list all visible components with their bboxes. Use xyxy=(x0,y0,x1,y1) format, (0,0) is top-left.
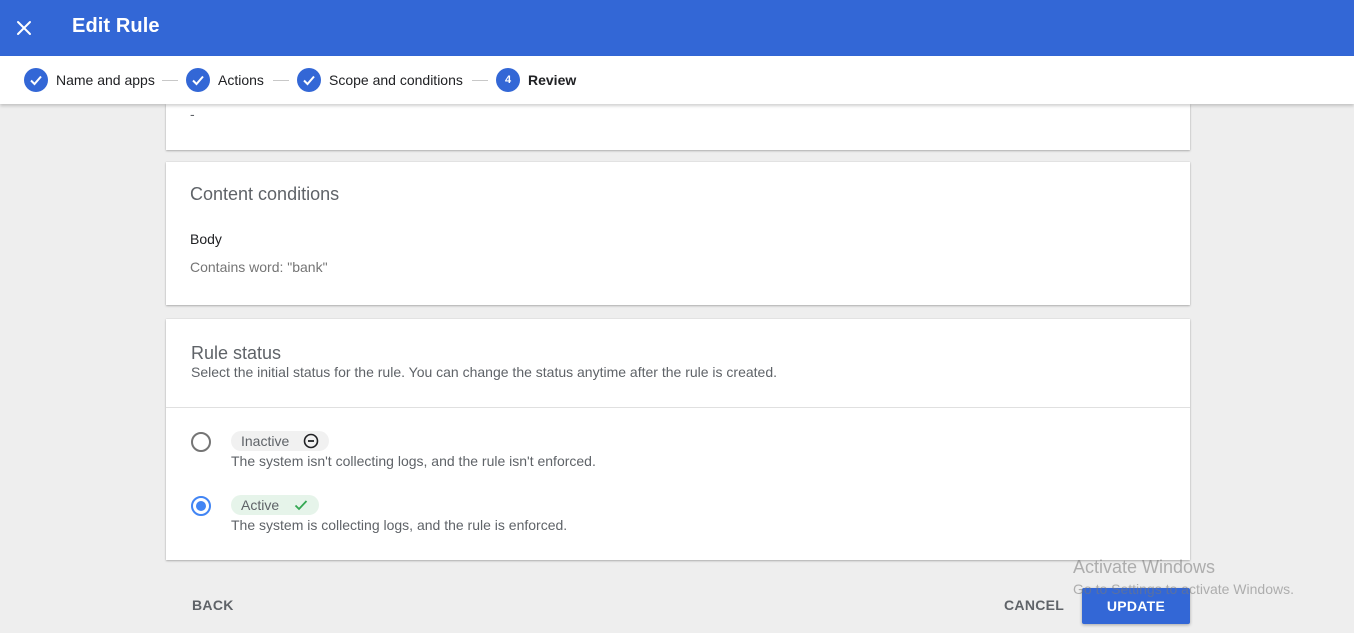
active-description: The system is collecting logs, and the r… xyxy=(231,517,568,533)
previous-section-card: - xyxy=(166,104,1190,150)
rule-status-title: Rule status xyxy=(191,343,282,363)
check-icon xyxy=(294,500,308,511)
close-icon xyxy=(17,21,31,35)
step-label: Scope and conditions xyxy=(329,72,463,88)
step-connector xyxy=(162,80,178,81)
step-complete-badge xyxy=(297,68,321,92)
rule-status-card: Rule status Select the initial status fo… xyxy=(166,319,1190,560)
rule-status-description: Select the initial status for the rule. … xyxy=(191,364,778,380)
step-label: Review xyxy=(528,72,577,88)
step-name-and-apps[interactable]: Name and apps xyxy=(24,68,155,92)
condition-field: Body xyxy=(190,231,222,247)
active-chip: Active xyxy=(231,495,319,515)
active-chip-label: Active xyxy=(241,497,280,513)
condition-value: Contains word: "bank" xyxy=(190,259,328,275)
content-conditions-card: Content conditions Body Contains word: "… xyxy=(166,162,1190,305)
activation-watermark-text: Go to Settings to activate Windows. xyxy=(1073,581,1294,597)
content-conditions-title: Content conditions xyxy=(190,184,340,204)
step-complete-badge xyxy=(186,68,210,92)
step-connector xyxy=(273,80,289,81)
close-button[interactable] xyxy=(12,16,36,40)
stepper: Name and apps Actions Scope and conditio… xyxy=(0,56,1354,104)
step-complete-badge xyxy=(24,68,48,92)
step-label: Name and apps xyxy=(56,72,155,88)
active-radio[interactable] xyxy=(191,496,211,516)
step-number-badge: 4 xyxy=(496,68,520,92)
check-icon xyxy=(192,75,204,86)
inactive-description: The system isn't collecting logs, and th… xyxy=(231,453,596,469)
check-icon xyxy=(303,75,315,86)
step-label: Actions xyxy=(218,72,264,88)
previous-section-value: - xyxy=(190,106,195,122)
minus-circle-icon xyxy=(303,433,319,449)
step-scope-and-conditions[interactable]: Scope and conditions xyxy=(297,68,463,92)
radio-selected-dot xyxy=(196,501,206,511)
step-review[interactable]: 4 Review xyxy=(496,68,576,92)
back-button[interactable]: BACK xyxy=(192,597,234,613)
inactive-chip-label: Inactive xyxy=(241,433,290,449)
step-actions[interactable]: Actions xyxy=(186,68,264,92)
cancel-button[interactable]: CANCEL xyxy=(1004,597,1064,613)
divider xyxy=(166,407,1190,408)
check-icon xyxy=(30,75,42,86)
inactive-chip: Inactive xyxy=(231,431,329,451)
inactive-radio[interactable] xyxy=(191,432,211,452)
top-app-bar: Edit Rule xyxy=(0,0,1354,56)
activation-watermark-title: Activate Windows xyxy=(1073,557,1216,577)
page-title: Edit Rule xyxy=(72,15,160,37)
step-connector xyxy=(472,80,488,81)
